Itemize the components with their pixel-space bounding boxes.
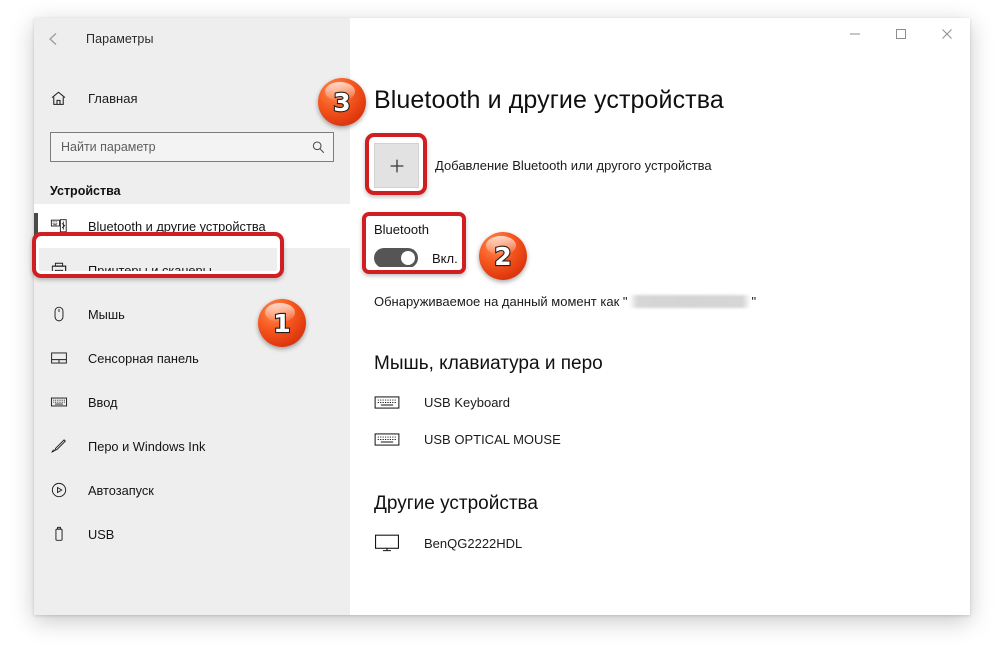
search-input[interactable] xyxy=(61,140,311,154)
group-title-other-devices: Другие устройства xyxy=(374,493,538,514)
search-icon xyxy=(311,140,326,155)
sidebar-item-usb[interactable]: USB xyxy=(34,512,350,556)
search-box[interactable] xyxy=(50,132,334,162)
sidebar-item-touchpad[interactable]: Сенсорная панель xyxy=(34,336,350,380)
bluetooth-toggle[interactable] xyxy=(374,248,418,268)
sidebar-section-title: Устройства xyxy=(50,184,121,198)
add-device-label: Добавление Bluetooth или другого устройс… xyxy=(435,158,712,173)
bluetooth-block: Bluetooth Вкл. xyxy=(374,222,970,268)
keyboard-icon xyxy=(50,393,84,411)
main-content: Bluetooth и другие устройства Добавление… xyxy=(350,60,970,615)
monitor-icon xyxy=(374,533,418,553)
annotation-badge-1-number: 1 xyxy=(272,308,292,338)
autoplay-icon xyxy=(50,481,84,499)
bluetooth-devices-icon xyxy=(50,217,84,235)
list-item[interactable]: BenQG2222HDL xyxy=(374,533,970,553)
group-title-input-devices: Мышь, клавиатура и перо xyxy=(374,353,603,374)
discoverable-suffix: " xyxy=(751,294,757,309)
bluetooth-toggle-state: Вкл. xyxy=(432,250,458,266)
printer-icon xyxy=(50,261,84,279)
sidebar-item-home-label: Главная xyxy=(88,90,138,106)
maximize-icon[interactable] xyxy=(878,18,924,50)
annotation-badge-3-number: 3 xyxy=(332,87,352,117)
device-name: USB Keyboard xyxy=(424,395,510,410)
pen-icon xyxy=(50,437,84,455)
mouse-icon xyxy=(50,305,84,323)
sidebar-item-printers-label: Принтеры и сканеры xyxy=(88,262,212,278)
annotation-badge-2: 2 xyxy=(479,232,527,280)
sidebar-item-typing[interactable]: Ввод xyxy=(34,380,350,424)
discoverable-prefix: Обнаруживаемое на данный момент как " xyxy=(374,294,628,309)
screenshot-root: Параметры Главная Найти параметр Устройс… xyxy=(0,0,1002,651)
touchpad-icon xyxy=(50,349,84,367)
sidebar-nav: Bluetooth и другие устройства Принтеры и… xyxy=(34,204,350,556)
sidebar-item-autoplay[interactable]: Автозапуск xyxy=(34,468,350,512)
bluetooth-toggle-row[interactable]: Вкл. xyxy=(374,248,970,268)
titlebar: Параметры xyxy=(34,18,970,60)
sidebar-item-printers[interactable]: Принтеры и сканеры xyxy=(34,248,350,292)
sidebar-item-bluetooth[interactable]: Bluetooth и другие устройства xyxy=(34,204,350,248)
keyboard-icon xyxy=(374,393,418,412)
device-name: USB OPTICAL MOUSE xyxy=(424,432,561,447)
sidebar-item-autoplay-label: Автозапуск xyxy=(88,482,154,498)
back-arrow-icon[interactable] xyxy=(34,18,74,60)
sidebar-item-touchpad-label: Сенсорная панель xyxy=(88,350,199,366)
usb-icon xyxy=(50,525,84,543)
sidebar-item-bluetooth-label: Bluetooth и другие устройства xyxy=(88,218,266,234)
settings-window: Параметры Главная Найти параметр Устройс… xyxy=(34,18,970,615)
keyboard-icon xyxy=(374,430,418,449)
redacted-device-name xyxy=(628,295,751,308)
minimize-icon[interactable] xyxy=(832,18,878,50)
annotation-badge-1: 1 xyxy=(258,299,306,347)
annotation-badge-2-number: 2 xyxy=(493,241,513,271)
sidebar: Главная Устройства xyxy=(34,60,350,615)
toggle-knob xyxy=(401,251,415,265)
list-item[interactable]: USB Keyboard xyxy=(374,393,970,412)
device-name: BenQG2222HDL xyxy=(424,535,523,551)
sidebar-item-home[interactable]: Главная xyxy=(34,78,350,118)
bluetooth-label: Bluetooth xyxy=(374,222,429,237)
close-icon[interactable] xyxy=(924,18,970,50)
page-title: Bluetooth и другие устройства xyxy=(374,86,724,114)
titlebar-left: Параметры xyxy=(34,18,350,60)
plus-icon[interactable] xyxy=(374,143,419,188)
app-title: Параметры xyxy=(86,32,154,46)
annotation-badge-3: 3 xyxy=(318,78,366,126)
sidebar-item-pen-label: Перо и Windows Ink xyxy=(88,438,206,454)
sidebar-item-pen[interactable]: Перо и Windows Ink xyxy=(34,424,350,468)
sidebar-item-typing-label: Ввод xyxy=(88,394,118,410)
list-item[interactable]: USB OPTICAL MOUSE xyxy=(374,430,970,449)
sidebar-item-mouse-label: Мышь xyxy=(88,306,125,322)
sidebar-item-usb-label: USB xyxy=(88,526,115,542)
window-controls xyxy=(350,18,970,60)
add-device-row[interactable]: Добавление Bluetooth или другого устройс… xyxy=(374,143,970,188)
discoverable-text: Обнаруживаемое на данный момент как " " xyxy=(374,294,970,309)
home-icon xyxy=(50,90,84,107)
